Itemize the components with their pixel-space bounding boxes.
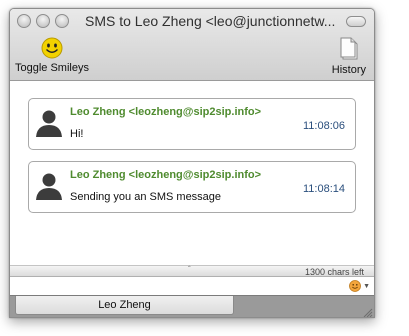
window-controls bbox=[17, 14, 69, 28]
chevron-down-icon: ▼ bbox=[363, 282, 370, 290]
message-time: 11:08:14 bbox=[302, 183, 345, 195]
user-avatar-icon bbox=[36, 110, 62, 137]
tab-leo-zheng[interactable]: Leo Zheng bbox=[15, 296, 234, 315]
zoom-window-button[interactable] bbox=[55, 14, 69, 28]
history-button[interactable]: History bbox=[332, 37, 366, 76]
composer: ▼ bbox=[10, 277, 374, 295]
toolbar-toggle-button[interactable] bbox=[346, 16, 366, 27]
chars-left-counter: 1300 chars left bbox=[304, 267, 364, 277]
toggle-smileys-button[interactable]: Toggle Smileys bbox=[15, 37, 89, 74]
message-area[interactable]: Leo Zheng <leozheng@sip2sip.info> Hi! 11… bbox=[10, 82, 374, 265]
split-divider[interactable]: ˆ 1300 chars left bbox=[10, 265, 374, 277]
message-input[interactable] bbox=[10, 277, 346, 295]
message-sender: Leo Zheng <leozheng@sip2sip.info> bbox=[70, 169, 262, 181]
message-time: 11:08:06 bbox=[302, 120, 345, 132]
history-document-icon bbox=[340, 37, 358, 60]
close-window-button[interactable] bbox=[17, 14, 31, 28]
title-toolbar: SMS to Leo Zheng <leo@junctionnetw... To… bbox=[10, 9, 374, 81]
message-text: Hi! bbox=[70, 128, 84, 140]
message-bubble: Leo Zheng <leozheng@sip2sip.info> Hi! 11… bbox=[28, 98, 356, 150]
resize-grip-icon[interactable] bbox=[361, 306, 373, 318]
window-title: SMS to Leo Zheng <leo@junctionnetw... bbox=[85, 13, 336, 29]
message-text: Sending you an SMS message bbox=[70, 191, 222, 203]
message-bubble: Leo Zheng <leozheng@sip2sip.info> Sendin… bbox=[28, 161, 356, 213]
minimize-window-button[interactable] bbox=[36, 14, 50, 28]
emoji-picker-button[interactable]: ▼ bbox=[349, 280, 370, 292]
message-sender: Leo Zheng <leozheng@sip2sip.info> bbox=[70, 106, 262, 118]
divider-grip-icon[interactable]: ˆ bbox=[188, 265, 191, 274]
chat-window: SMS to Leo Zheng <leo@junctionnetw... To… bbox=[9, 8, 375, 318]
tab-bar: Leo Zheng bbox=[10, 295, 374, 318]
emoji-picker-icon bbox=[349, 280, 361, 292]
toggle-smileys-label: Toggle Smileys bbox=[15, 62, 89, 74]
user-avatar-icon bbox=[36, 173, 62, 200]
smiley-icon bbox=[41, 37, 63, 59]
history-label: History bbox=[331, 64, 366, 76]
